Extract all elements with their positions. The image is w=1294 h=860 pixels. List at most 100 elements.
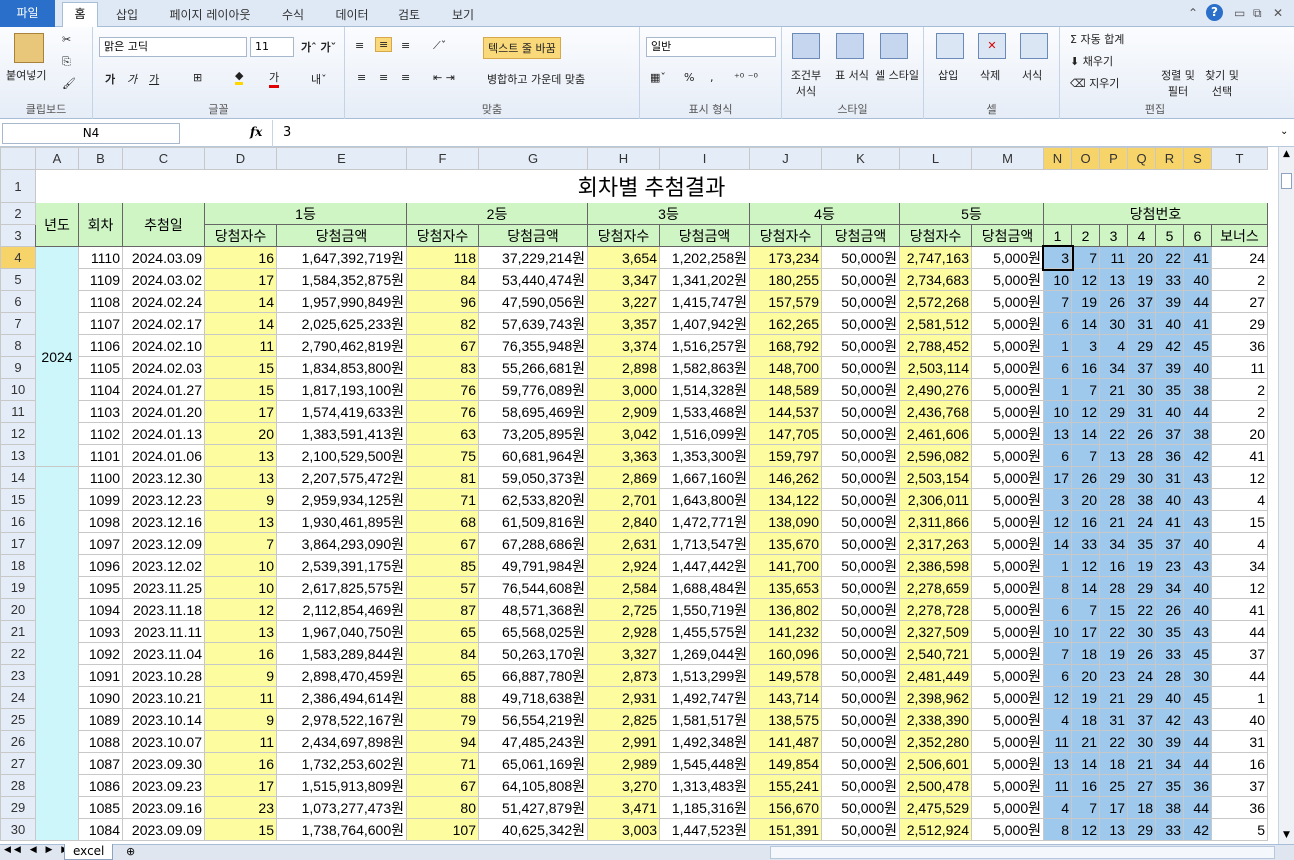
cell[interactable]: 29	[1099, 400, 1128, 423]
cell[interactable]: 37	[1155, 422, 1184, 445]
cell[interactable]: 14	[1071, 752, 1100, 775]
cell[interactable]: 27	[1211, 290, 1268, 313]
sheet-tab-excel[interactable]: excel	[64, 844, 114, 860]
cell[interactable]: 31	[1211, 730, 1268, 753]
cell[interactable]: 53,440,474원	[478, 268, 588, 291]
cell[interactable]: 14	[204, 312, 277, 335]
row-header[interactable]: 10	[0, 378, 36, 401]
cell[interactable]: 21	[1099, 510, 1128, 533]
cell[interactable]: 1,455,575원	[659, 620, 750, 643]
align-right-icon[interactable]: ≡	[401, 71, 410, 84]
cell[interactable]: 2,386,494,614원	[276, 686, 407, 709]
cell[interactable]: 5,000원	[971, 422, 1044, 445]
cell[interactable]: 4	[1043, 796, 1072, 819]
cell[interactable]: 3,270	[587, 774, 660, 797]
column-header[interactable]: B	[78, 147, 123, 170]
cell[interactable]: 12	[1071, 400, 1100, 423]
cell[interactable]: 2023.12.23	[122, 488, 205, 511]
cell[interactable]: 71	[406, 752, 479, 775]
cell[interactable]: 37	[1127, 356, 1156, 379]
cell[interactable]: 37	[1211, 774, 1268, 797]
row-header[interactable]: 24	[0, 686, 36, 709]
cell[interactable]: 85	[406, 554, 479, 577]
tab-formulas[interactable]: 수식	[278, 5, 308, 27]
subheader-winners[interactable]: 당첨자수	[899, 224, 972, 247]
cell[interactable]: 44	[1183, 400, 1212, 423]
cell[interactable]: 2023.10.07	[122, 730, 205, 753]
cell[interactable]: 2	[1211, 268, 1268, 291]
cell[interactable]: 147,705	[749, 422, 822, 445]
delete-cells-icon[interactable]: ✕	[978, 33, 1006, 59]
cell[interactable]: 1,447,523원	[659, 818, 750, 841]
row-header[interactable]: 20	[0, 598, 36, 621]
cell[interactable]: 2024.03.09	[122, 246, 205, 269]
cell[interactable]: 2,873	[587, 664, 660, 687]
cell[interactable]: 2023.09.09	[122, 818, 205, 841]
cell[interactable]: 141,700	[749, 554, 822, 577]
header-prize3[interactable]: 3등	[587, 202, 750, 225]
cell[interactable]: 7	[1071, 598, 1100, 621]
cell[interactable]: 82	[406, 312, 479, 335]
cell[interactable]: 96	[406, 290, 479, 313]
cell[interactable]: 2,617,825,575원	[276, 576, 407, 599]
column-header[interactable]: G	[478, 147, 588, 170]
vertical-scrollbar[interactable]: ▲ ▼	[1278, 147, 1294, 844]
cell[interactable]: 71	[406, 488, 479, 511]
cell[interactable]: 3,471	[587, 796, 660, 819]
row-header[interactable]: 26	[0, 730, 36, 753]
cell[interactable]: 17	[1099, 796, 1128, 819]
cell[interactable]: 50,000원	[821, 444, 900, 467]
cell[interactable]: 3,864,293,090원	[276, 532, 407, 555]
subheader-number[interactable]: 5	[1155, 224, 1184, 247]
autosum-button[interactable]: Σ 자동 합계	[1070, 31, 1124, 47]
cell[interactable]: 14	[1043, 532, 1072, 555]
cell[interactable]: 10	[1043, 400, 1072, 423]
cell[interactable]: 5,000원	[971, 444, 1044, 467]
cell[interactable]: 84	[406, 268, 479, 291]
cell[interactable]: 22	[1099, 730, 1128, 753]
row-header[interactable]: 5	[0, 268, 36, 291]
tab-data[interactable]: 데이터	[330, 5, 374, 27]
cell[interactable]: 2024.01.13	[122, 422, 205, 445]
cell[interactable]: 38	[1155, 796, 1184, 819]
header-prize4[interactable]: 4등	[749, 202, 900, 225]
cell[interactable]: 1	[1211, 686, 1268, 709]
cell[interactable]: 40	[1155, 686, 1184, 709]
cell[interactable]: 156,670	[749, 796, 822, 819]
cell[interactable]: 2,327,509	[899, 620, 972, 643]
cell[interactable]: 22	[1099, 620, 1128, 643]
cell[interactable]: 1,667,160원	[659, 466, 750, 489]
row-header[interactable]: 15	[0, 488, 36, 511]
cell[interactable]: 2,725	[587, 598, 660, 621]
cell[interactable]: 162,265	[749, 312, 822, 335]
cell[interactable]: 26	[1155, 598, 1184, 621]
cell[interactable]: 28	[1099, 488, 1128, 511]
cell[interactable]: 20	[204, 422, 277, 445]
function-icon[interactable]: fx	[250, 125, 262, 139]
cell[interactable]: 13	[1043, 422, 1072, 445]
cell[interactable]: 2,306,011	[899, 488, 972, 511]
cell[interactable]: 11	[204, 686, 277, 709]
cell[interactable]: 38	[1127, 488, 1156, 511]
cell[interactable]: 17	[204, 774, 277, 797]
cell[interactable]: 76	[406, 400, 479, 423]
cell[interactable]: 3,000	[587, 378, 660, 401]
header-numbers[interactable]: 당첨번호	[1043, 202, 1268, 225]
cell[interactable]: 50,000원	[821, 400, 900, 423]
subheader-winners[interactable]: 당첨자수	[749, 224, 822, 247]
cell[interactable]: 30	[1099, 312, 1128, 335]
scroll-up-icon[interactable]: ▲	[1281, 149, 1292, 161]
cell[interactable]: 1,383,591,413원	[276, 422, 407, 445]
cell[interactable]: 4	[1043, 708, 1072, 731]
cell[interactable]: 2,978,522,167원	[276, 708, 407, 731]
cell[interactable]: 50,000원	[821, 796, 900, 819]
cell[interactable]: 36	[1183, 774, 1212, 797]
cell[interactable]: 107	[406, 818, 479, 841]
cell[interactable]: 76,544,608원	[478, 576, 588, 599]
cell[interactable]: 41	[1183, 246, 1212, 269]
cell[interactable]: 81	[406, 466, 479, 489]
cell[interactable]: 48,571,368원	[478, 598, 588, 621]
cell[interactable]: 10	[204, 576, 277, 599]
cell[interactable]: 36	[1211, 334, 1268, 357]
grow-font-icon[interactable]: 가ˆ 가ˇ	[301, 39, 336, 55]
